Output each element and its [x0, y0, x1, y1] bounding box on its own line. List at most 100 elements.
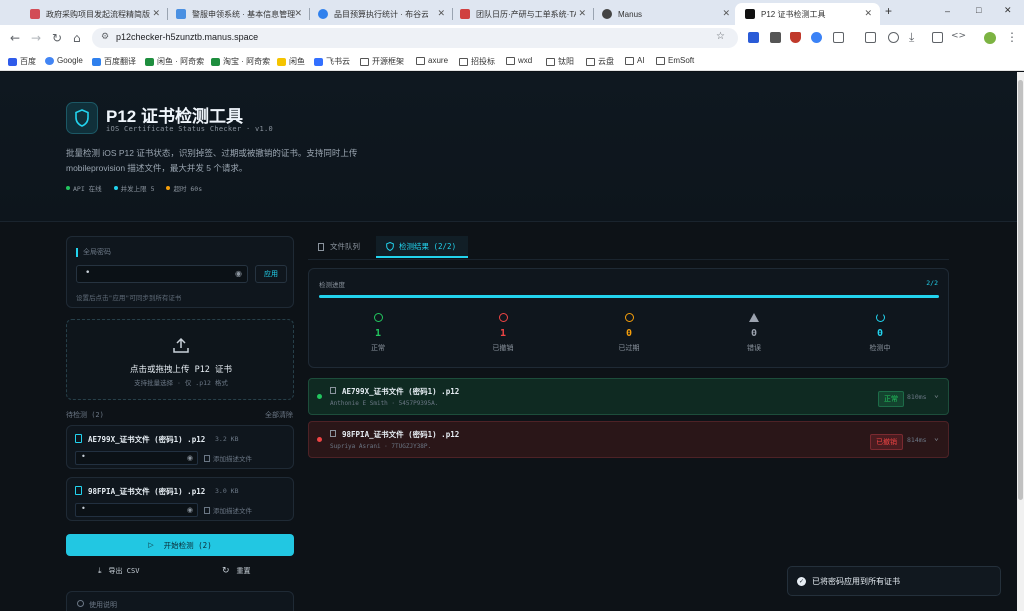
- eye-icon[interactable]: ◉: [235, 269, 242, 278]
- usage-panel[interactable]: 使用说明: [66, 591, 294, 611]
- new-tab-button[interactable]: +: [885, 4, 892, 18]
- page-scrollbar[interactable]: [1017, 72, 1024, 611]
- extension-icon[interactable]: [770, 32, 781, 43]
- stat-label: 正常: [371, 345, 385, 352]
- trash-icon[interactable]: [932, 32, 943, 43]
- profile-avatar[interactable]: [984, 32, 996, 44]
- browser-tab[interactable]: 品目预算执行统计 · 布谷云报表 ✕: [308, 3, 453, 25]
- stat-label: 已过期: [618, 345, 640, 352]
- site-info-icon[interactable]: ⚙: [101, 32, 109, 42]
- close-window-button[interactable]: ✕: [1004, 5, 1012, 16]
- folder-icon: [586, 57, 595, 66]
- eye-icon[interactable]: ◉: [187, 454, 193, 462]
- tab-divider: [308, 259, 949, 260]
- result-card-valid[interactable]: AE799X_证书文件 (密码1) .p12 Anthonie E Smith …: [308, 378, 949, 415]
- browser-tab[interactable]: 团队日历·产研与工单系统·TAP ✕: [450, 3, 594, 25]
- extension-shield-icon[interactable]: [790, 32, 801, 43]
- devtools-code-icon[interactable]: <>: [951, 31, 966, 41]
- close-tab-icon[interactable]: ✕: [722, 8, 730, 19]
- tab-favicon-icon: [602, 9, 612, 19]
- file-password-input[interactable]: • ◉: [75, 503, 198, 517]
- toast-notification: ✓ 已将密码应用到所有证书: [787, 566, 1001, 596]
- scrollbar-thumb[interactable]: [1018, 80, 1023, 500]
- chevron-down-icon[interactable]: ⌄: [934, 433, 939, 442]
- stat-label: 错误: [747, 345, 761, 352]
- progress-count: 2/2: [926, 279, 938, 287]
- stat-value: 0: [625, 328, 633, 339]
- tab-file-queue[interactable]: 文件队列: [318, 241, 360, 252]
- global-password-input[interactable]: • ◉: [76, 265, 248, 283]
- bookmark-item[interactable]: 闲鱼 · 阿奇索: [145, 56, 204, 67]
- browser-tab-active[interactable]: P12 证书检测工具 ✕: [735, 3, 880, 25]
- global-password-panel: 全局密码 • ◉ 应用 设置后点击"应用"可同步到所有证书: [66, 236, 294, 308]
- close-tab-icon[interactable]: ✕: [864, 8, 872, 19]
- bookmark-favicon-icon: [314, 57, 323, 66]
- back-arrow-icon[interactable]: ←: [10, 31, 20, 45]
- bookmark-label: 闲鱼 · 阿奇索: [157, 57, 205, 66]
- apply-password-button[interactable]: 应用: [255, 265, 287, 283]
- address-bar[interactable]: ⚙ p12checker-h5zunztb.manus.space ☆: [92, 28, 738, 48]
- bookmark-folder[interactable]: EmSoft: [656, 56, 694, 65]
- browser-tab[interactable]: 政府采购项目发起流程精简版 ✕: [20, 3, 168, 25]
- bookmark-folder[interactable]: 钛阳: [546, 56, 574, 67]
- bookmark-item[interactable]: 百度翻译: [92, 56, 136, 67]
- chevron-down-icon[interactable]: ⌄: [934, 390, 939, 399]
- bookmark-folder[interactable]: axure: [416, 56, 448, 65]
- status-dot-icon: [66, 186, 70, 190]
- close-tab-icon[interactable]: ✕: [294, 8, 302, 19]
- close-tab-icon[interactable]: ✕: [578, 8, 586, 19]
- app-subtitle: iOS Certificate Status Checker · v1.0: [106, 125, 274, 133]
- tab-title: 警服申领系统 · 基本信息管理: [192, 9, 296, 19]
- menu-kebab-icon[interactable]: ⋮: [1006, 30, 1018, 44]
- extension-icon[interactable]: [748, 32, 759, 43]
- bookmark-folder[interactable]: 开源框架: [360, 56, 404, 67]
- bookmark-star-icon[interactable]: ☆: [716, 31, 725, 42]
- bookmark-item[interactable]: 飞书云: [314, 56, 350, 67]
- export-csv-button[interactable]: ⤓ 导出 CSV: [98, 566, 139, 576]
- upload-dropzone[interactable]: 点击或拖拽上传 P12 证书 支持批量选择 · 仅 .p12 格式: [66, 319, 294, 400]
- tab-title: P12 证书检测工具: [761, 9, 826, 19]
- home-icon[interactable]: ⌂: [73, 31, 81, 45]
- extension-icon[interactable]: [865, 32, 876, 43]
- bookmark-folder[interactable]: wxd: [506, 56, 532, 65]
- browser-tab[interactable]: Manus ✕: [592, 3, 738, 25]
- bookmark-favicon-icon: [211, 57, 220, 66]
- close-tab-icon[interactable]: ✕: [437, 8, 445, 19]
- result-file-name: AE799X_证书文件 (密码1) .p12: [342, 387, 460, 396]
- close-tab-icon[interactable]: ✕: [152, 8, 160, 19]
- extension-icon[interactable]: [811, 32, 822, 43]
- bookmark-item[interactable]: 淘宝 · 阿奇索: [211, 56, 270, 67]
- status-dot-icon: [317, 394, 322, 399]
- add-provision-button[interactable]: 添加描述文件: [204, 453, 252, 463]
- status-dot-icon: [317, 437, 322, 442]
- browser-tab[interactable]: 警服申领系统 · 基本信息管理 ✕: [166, 3, 310, 25]
- clear-all-button[interactable]: 全部清除: [265, 410, 293, 420]
- reset-button[interactable]: ↻ 重置: [222, 566, 251, 576]
- download-icon[interactable]: ⤓: [909, 30, 914, 45]
- maximize-button[interactable]: □: [976, 5, 981, 15]
- file-password-input[interactable]: • ◉: [75, 451, 198, 465]
- app-header: P12 证书检测工具 iOS Certificate Status Checke…: [0, 72, 1017, 222]
- file-icon: [204, 454, 210, 462]
- bookmark-folder[interactable]: 招投标: [459, 56, 495, 67]
- extensions-puzzle-icon[interactable]: [833, 32, 844, 43]
- add-provision-button[interactable]: 添加描述文件: [204, 505, 252, 515]
- bookmark-label: 飞书云: [326, 57, 350, 66]
- bookmark-item[interactable]: Google: [45, 56, 83, 65]
- file-name: AE799X_证书文件 (密码1) .p12: [88, 435, 206, 444]
- forward-arrow-icon[interactable]: →: [31, 31, 41, 45]
- tab-results[interactable]: 检测结果 (2/2): [376, 236, 468, 258]
- reload-icon[interactable]: ↻: [52, 31, 62, 45]
- result-card-revoked[interactable]: 98FPIA_证书文件 (密码1) .p12 Supriya Asrani · …: [308, 421, 949, 458]
- bookmark-item[interactable]: 闲鱼: [277, 56, 305, 67]
- bookmark-folder[interactable]: AI: [625, 56, 645, 65]
- browser-tab-strip: 政府采购项目发起流程精简版 ✕ 警服申领系统 · 基本信息管理 ✕ 品目预算执行…: [0, 0, 1024, 25]
- bookmark-item[interactable]: 百度: [8, 56, 36, 67]
- start-check-button[interactable]: ▷ 开始检测 (2): [66, 534, 294, 556]
- password-key-icon[interactable]: [888, 32, 899, 43]
- google-icon: [45, 56, 54, 65]
- tab-favicon-icon: [318, 9, 328, 19]
- eye-icon[interactable]: ◉: [187, 506, 193, 514]
- bookmark-folder[interactable]: 云盘: [586, 56, 614, 67]
- minimize-button[interactable]: –: [945, 6, 950, 16]
